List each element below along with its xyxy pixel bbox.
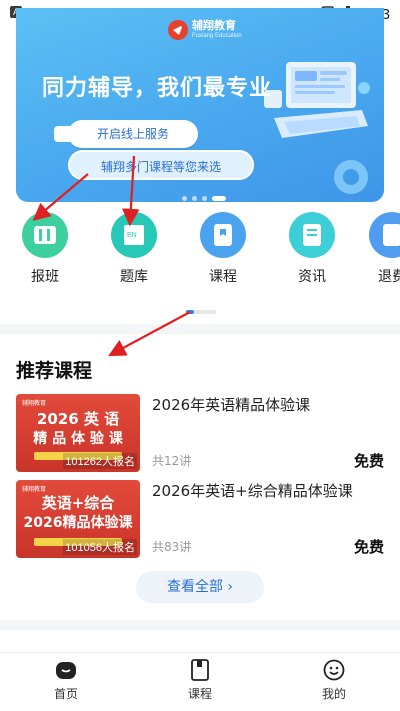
- lesson-count: 共12讲: [152, 454, 192, 468]
- smile-icon: [323, 659, 345, 681]
- course-title: 2026年英语+综合精品体验课: [152, 482, 353, 500]
- enroll-count: 101262人报名: [63, 453, 137, 469]
- tab-home[interactable]: 首页: [26, 659, 106, 702]
- banner-pill-courses: 辅翔多门课程等您来选: [68, 150, 254, 180]
- quicknav-label: 资讯: [298, 269, 326, 285]
- refund-icon: [369, 212, 400, 258]
- banner-pill-online-service: 开启线上服务: [54, 120, 198, 148]
- brand-subtitle: Fuxiang Education: [192, 33, 242, 39]
- quicknav-scroll-indicator: [186, 310, 216, 314]
- quicknav-item-enroll[interactable]: 报班: [15, 212, 75, 286]
- course-card[interactable]: 辅翔教育 2026 英 语 精 品 体 验 课 101262人报名 2026年英…: [16, 394, 386, 472]
- quicknav-label: 报班: [31, 269, 59, 285]
- carousel-dot: [202, 196, 207, 201]
- bottom-tab-bar: 首页 课程 我的: [0, 652, 400, 711]
- thumb-text: 2026 英 语: [36, 410, 120, 428]
- decor-ring: [334, 160, 368, 194]
- quicknav-item-courses[interactable]: 课程: [193, 212, 253, 286]
- svg-text:EN: EN: [127, 232, 137, 239]
- quicknav-item-refund[interactable]: 退费: [362, 212, 400, 286]
- course-icon: [200, 212, 246, 258]
- brand-logo: 辅翔教育 Fuxiang Education: [168, 20, 242, 40]
- tab-courses[interactable]: 课程: [160, 659, 240, 702]
- book-open-icon: [22, 212, 68, 258]
- course-thumbnail: 辅翔教育 英语+综合 2026精品体验课 101056人报名: [16, 480, 140, 558]
- lesson-count: 共83讲: [152, 540, 192, 554]
- quicknav-item-question-bank[interactable]: EN 题库: [104, 212, 164, 286]
- news-icon: [289, 212, 335, 258]
- quick-nav: 报班 EN 题库 课程 资讯 退费: [0, 212, 400, 292]
- promo-banner[interactable]: 辅翔教育 Fuxiang Education 同力辅导，我们最专业 开启线上服务…: [16, 8, 384, 202]
- course-price: 免费: [353, 538, 384, 556]
- quicknav-label: 课程: [209, 269, 237, 285]
- scroll-thumb: [186, 310, 194, 314]
- brand-mark-icon: [168, 20, 188, 40]
- section-divider: [0, 324, 400, 334]
- tab-label: 我的: [321, 687, 346, 701]
- quicknav-label: 题库: [120, 269, 148, 285]
- brand-name: 辅翔教育: [192, 19, 236, 32]
- tab-label: 首页: [53, 687, 78, 701]
- thumb-text: 2026精品体验课: [23, 515, 133, 531]
- carousel-indicator: [182, 196, 226, 201]
- tab-label: 课程: [187, 687, 212, 701]
- section-title: 推荐课程: [16, 360, 93, 382]
- carousel-dot: [192, 196, 197, 201]
- carousel-dot: [182, 196, 187, 201]
- course-price: 免费: [353, 452, 384, 470]
- home-icon: [56, 662, 76, 679]
- enroll-count: 101056人报名: [63, 539, 137, 555]
- tab-profile[interactable]: 我的: [294, 659, 374, 702]
- en-book-icon: EN: [111, 212, 157, 258]
- computer-illustration-icon: [264, 62, 370, 138]
- course-tab-icon: [191, 659, 209, 681]
- thumb-logo: 辅翔教育: [22, 400, 47, 407]
- view-all-button[interactable]: 查看全部 ›: [136, 571, 264, 603]
- banner-title: 同力辅导，我们最专业: [42, 76, 273, 101]
- thumb-text: 英语+综合: [41, 494, 115, 512]
- section-divider: [0, 620, 400, 630]
- course-thumbnail: 辅翔教育 2026 英 语 精 品 体 验 课 101262人报名: [16, 394, 140, 472]
- quicknav-item-news[interactable]: 资讯: [282, 212, 342, 286]
- quicknav-label: 退费: [378, 269, 400, 285]
- thumb-text: 精 品 体 验 课: [33, 431, 123, 447]
- course-card[interactable]: 辅翔教育 英语+综合 2026精品体验课 101056人报名 2026年英语+综…: [16, 480, 386, 558]
- course-title: 2026年英语精品体验课: [152, 396, 311, 414]
- carousel-dot-active: [212, 196, 226, 201]
